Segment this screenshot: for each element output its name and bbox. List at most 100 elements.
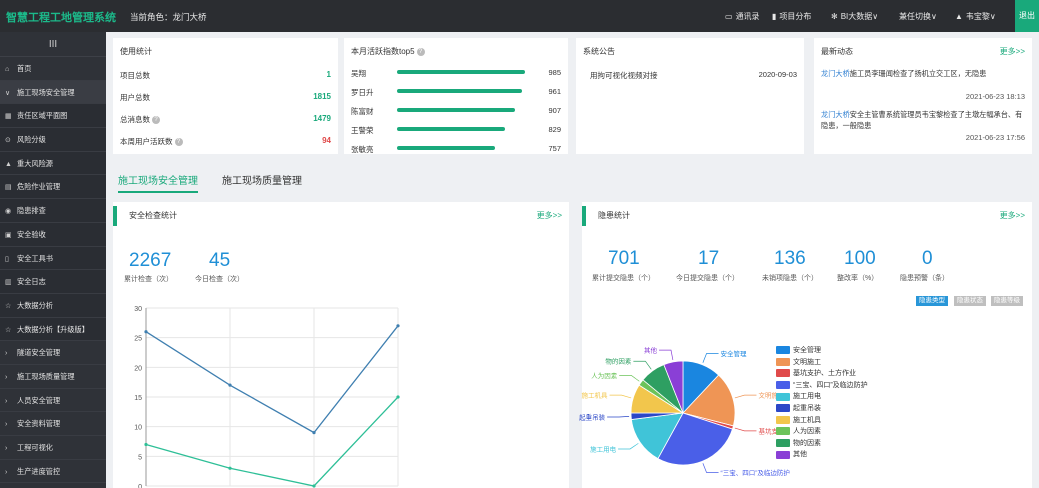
top5-bar [397, 127, 505, 131]
top5-user-name: 王警荣 [351, 126, 374, 135]
sidebar-item[interactable]: ▦ 责任区域平面图 [0, 104, 106, 129]
log-icon: ▥ [5, 279, 12, 287]
line-point[interactable] [396, 324, 400, 328]
legend-item[interactable]: 起重吊装 [776, 403, 821, 413]
legend-swatch [776, 450, 790, 459]
top5-row: 王警荣 829 [351, 122, 561, 140]
sidebar-item[interactable]: ⌂ 首页 [0, 57, 106, 81]
tab-safety-management[interactable]: 施工现场安全管理 [118, 172, 198, 193]
legend-label: 安全管理 [793, 347, 821, 354]
legend-item[interactable]: 安全管理 [776, 345, 821, 355]
switch-role-dropdown[interactable]: 兼任切换∨ [899, 11, 937, 22]
y-tick-label: 20 [134, 365, 142, 372]
usage-stat-label-text: 项目总数 [120, 71, 150, 80]
line-point[interactable] [144, 330, 148, 334]
sidebar-item[interactable]: ▤ 危险作业管理 [0, 175, 106, 200]
legend-swatch [776, 404, 790, 413]
chevron-right-icon: › [5, 468, 8, 476]
sidebar-item[interactable]: › 工程可视化 [0, 436, 106, 460]
sidebar-item-label: 生产进度管控 [17, 466, 61, 476]
legend-item[interactable]: “三宝、四口”及临边防护 [776, 380, 868, 390]
project-distribution-link[interactable]: ▮ 项目分布 [772, 11, 811, 22]
user-icon: ▲ [955, 12, 963, 21]
line-point[interactable] [396, 395, 400, 399]
contacts-link[interactable]: ▭ 通讯录 [725, 11, 760, 22]
sidebar-item[interactable]: › 施工现场质量管理 [0, 365, 106, 389]
news-text: 龙门大桥安全主管曹系统管理员韦宝黎检查了主墩左幅承台、有隐患，一般隐患 [821, 110, 1022, 130]
sidebar-item-label: 安全验收 [17, 229, 46, 239]
bi-bigdata-dropdown[interactable]: ✻ BI大数据∨ [831, 11, 878, 22]
legend-item[interactable]: 施工机具 [776, 415, 821, 425]
line-point[interactable] [144, 442, 148, 447]
news-more-link[interactable]: 更多>> [1000, 46, 1025, 57]
legend-swatch [776, 380, 790, 389]
app-brand[interactable]: 智慧工程工地管理系统 [6, 9, 116, 25]
usage-stat-label: 总消息数? [120, 114, 160, 125]
target-icon: ◉ [5, 208, 12, 216]
news-item[interactable]: 龙门大桥安全主管曹系统管理员韦宝黎检查了主墩左幅承台、有隐患，一般隐患 [821, 109, 1025, 131]
sidebar-item[interactable]: ▯ 安全工具书 [0, 246, 106, 271]
sidebar-item[interactable]: ◉ 隐患排查 [0, 199, 106, 223]
sidebar-item-label: 安全工具书 [17, 253, 53, 263]
line-point[interactable] [228, 383, 232, 387]
active-top5-card: 本月活跃指数top5? 吴翔 985 罗日升 961 陈富财 907 王警荣 829 张敏亮 75… [344, 38, 568, 154]
usage-stat-label: 用户总数 [120, 92, 150, 103]
sidebar-item[interactable]: ∨ 施工现场安全管理 [0, 80, 106, 105]
sidebar-item[interactable]: ☆ 大数据分析 [0, 293, 106, 318]
legend-label: 物的因素 [793, 439, 821, 447]
hazard-title: 隐患统计 [598, 211, 630, 220]
top5-value: 985 [548, 68, 561, 77]
usage-stat-row: 总消息数? 1479 [120, 109, 331, 129]
top-bar: 智慧工程工地管理系统 当前角色：龙门大桥 ▭ 通讯录 ▮ 项目分布 ✻ BI大数据∨ … [0, 0, 1039, 32]
top5-row: 罗日升 961 [351, 84, 561, 102]
line-point[interactable] [312, 484, 316, 488]
hazard-filter-button[interactable]: 隐患类型 [916, 296, 948, 306]
legend-item[interactable]: 其他 [776, 449, 807, 459]
sidebar-item[interactable]: ▣ 安全验收 [0, 222, 106, 247]
news-text: 龙门大桥施工员李珊闻检查了扬机立交工区，无隐患 [821, 69, 986, 78]
usage-stat-label-text: 用户总数 [120, 93, 150, 102]
hazard-filter-button[interactable]: 隐患等级 [991, 296, 1023, 306]
sidebar-item[interactable]: › 生产进度管控 [0, 460, 106, 484]
user-menu[interactable]: ▲ 韦宝黎∨ [955, 11, 996, 22]
chevron-down-icon: ∨ [989, 12, 996, 21]
chevron-right-icon: › [5, 421, 8, 429]
menu-toggle-icon[interactable]: III [0, 32, 106, 57]
sidebar-item[interactable]: › 安全资料管理 [0, 412, 106, 436]
news-item[interactable]: 龙门大桥施工员李珊闻检查了扬机立交工区，无隐患 [821, 68, 1025, 79]
legend-item[interactable]: 基坑支护、土方作业 [776, 368, 856, 378]
legend-item[interactable]: 人为因素 [776, 426, 821, 436]
chart-icon: ☆ [5, 326, 12, 334]
legend-swatch [776, 369, 790, 378]
legend-item[interactable]: 施工用电 [776, 391, 821, 401]
home-icon: ⌂ [5, 66, 10, 73]
sidebar-item[interactable]: ☆ 大数据分析【升级版】 [0, 317, 106, 342]
sidebar-item[interactable]: › 人员安全管理 [0, 389, 106, 413]
sidebar-item[interactable]: ⊙ 风险分级 [0, 128, 106, 152]
legend-item[interactable]: 文明施工 [776, 357, 821, 367]
hazard-stat-value: 136 [774, 248, 806, 269]
line-point[interactable] [312, 431, 316, 435]
legend-label: 基坑支护、土方作业 [793, 370, 856, 378]
legend-swatch [776, 438, 790, 447]
usage-stat-label: 项目总数 [120, 70, 150, 81]
sidebar-item[interactable]: ▲ 重大风险源 [0, 151, 106, 176]
notice-text[interactable]: 用拘可视化视频对接 [590, 70, 658, 81]
help-icon[interactable]: ? [174, 138, 183, 147]
news-project-link[interactable]: 龙门大桥 [821, 110, 850, 119]
tab-quality-management[interactable]: 施工现场质量管理 [222, 172, 302, 187]
hazard-filter-button[interactable]: 隐患状态 [954, 296, 986, 306]
news-project-link[interactable]: 龙门大桥 [821, 69, 850, 78]
sidebar-item[interactable]: ▥ 安全日志 [0, 270, 106, 294]
legend-item[interactable]: 物的因素 [776, 438, 821, 448]
top5-user-name: 罗日升 [351, 88, 374, 97]
sidebar-item-label: 施工现场质量管理 [17, 371, 75, 381]
hazard-more-link[interactable]: 更多>> [1000, 210, 1025, 221]
help-icon[interactable]: ? [416, 47, 425, 56]
sidebar-item[interactable]: › 隧道安全管理 [0, 341, 106, 365]
sidebar-item-label: 重大风险源 [17, 158, 53, 168]
logout-button[interactable]: 退出 [1015, 0, 1039, 32]
help-icon[interactable]: ? [152, 116, 160, 125]
hazard-stat-value: 701 [608, 248, 640, 269]
line-point[interactable] [228, 466, 232, 470]
